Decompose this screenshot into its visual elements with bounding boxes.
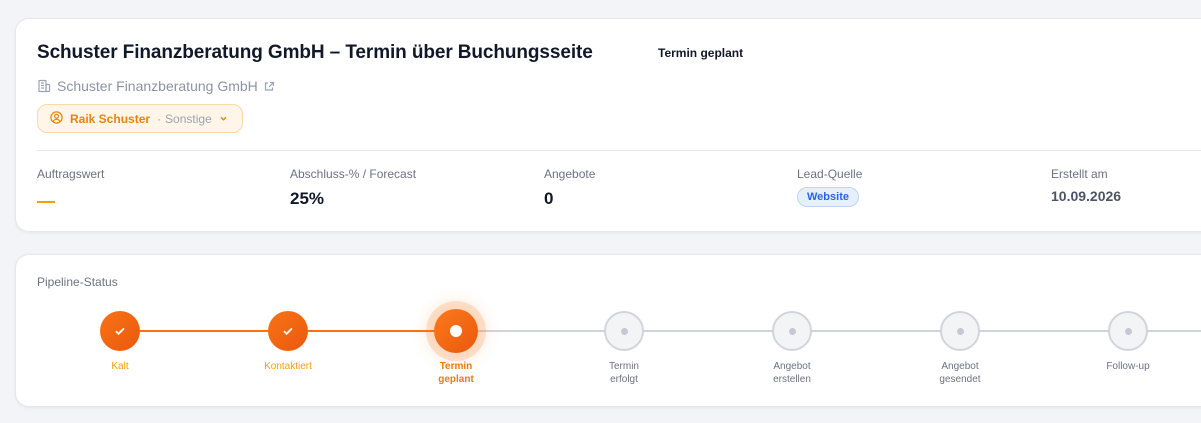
external-link-icon[interactable] bbox=[264, 81, 275, 92]
metric-label: Erstellt am bbox=[1051, 167, 1108, 181]
pending-step-indicator[interactable] bbox=[1108, 311, 1148, 351]
pipeline-step-label: Kontaktiert bbox=[264, 361, 312, 372]
check-icon[interactable] bbox=[100, 311, 140, 351]
pipeline-step-label: Angebot gesendet bbox=[939, 361, 981, 385]
pipeline-tracker: Pipeline-Status Kalt Kontaktiert Termin ge… bbox=[16, 255, 1201, 408]
chevron-down-icon bbox=[219, 112, 228, 126]
metric-offers: Angebote 0 bbox=[544, 167, 595, 209]
pipeline-step-label: Termin erfolgt bbox=[608, 361, 639, 385]
pipeline-step-termin-erfolgt[interactable]: Termin erfolgt bbox=[564, 311, 684, 386]
pipeline-label: Pipeline-Status bbox=[37, 275, 118, 289]
pending-step-indicator[interactable] bbox=[940, 311, 980, 351]
contact-role: Sonstige bbox=[165, 111, 212, 126]
current-step-indicator[interactable] bbox=[434, 309, 478, 353]
building-icon bbox=[37, 79, 51, 93]
pending-step-indicator[interactable] bbox=[604, 311, 644, 351]
contact-separator: · bbox=[157, 111, 162, 126]
company-name[interactable]: Schuster Finanzberatung GmbH bbox=[57, 78, 258, 94]
pipeline-step-follow-up[interactable]: Follow-up bbox=[1068, 311, 1188, 373]
lead-source-badge: Website bbox=[797, 187, 859, 207]
deal-header-card: Schuster Finanzberatung GmbH – Termin üb… bbox=[15, 18, 1201, 232]
status-badge[interactable]: Termin geplant bbox=[658, 46, 743, 60]
metric-order-value: Auftragswert bbox=[37, 167, 104, 203]
pipeline-step-angebot-gesendet[interactable]: Angebot gesendet bbox=[900, 311, 1020, 386]
pipeline-step-kalt[interactable]: Kalt bbox=[60, 311, 180, 373]
divider bbox=[37, 150, 1201, 151]
metric-label: Lead-Quelle bbox=[797, 167, 863, 181]
pipeline-step-label: Follow-up bbox=[1106, 361, 1150, 372]
metric-label: Abschluss-% / Forecast bbox=[290, 167, 417, 181]
pipeline-step-angebot-erstellen[interactable]: Angebot erstellen bbox=[732, 311, 852, 386]
page-title: Schuster Finanzberatung GmbH – Termin üb… bbox=[37, 42, 593, 63]
pipeline-card: Pipeline-Status Kalt Kontaktiert Termin ge… bbox=[15, 254, 1201, 407]
empty-value-dash bbox=[37, 201, 55, 203]
pipeline-step-label: Kalt bbox=[111, 361, 129, 372]
metric-created: Erstellt am 10.09.2026 bbox=[1051, 167, 1121, 204]
pending-step-indicator[interactable] bbox=[772, 311, 812, 351]
check-icon[interactable] bbox=[268, 311, 308, 351]
metric-label: Auftragswert bbox=[37, 167, 105, 181]
metric-forecast: Abschluss-% / Forecast 25% bbox=[290, 167, 416, 209]
pipeline-step-termin-geplant[interactable]: Termin geplant bbox=[396, 309, 516, 386]
pipeline-step-label: Termin geplant bbox=[438, 361, 474, 385]
user-circle-icon bbox=[50, 110, 63, 127]
pipeline-step-label: Angebot erstellen bbox=[773, 361, 811, 385]
contact-name: Raik Schuster bbox=[70, 111, 151, 126]
company-link[interactable]: Schuster Finanzberatung GmbH bbox=[37, 78, 275, 94]
metric-value: 0 bbox=[544, 189, 554, 208]
metric-label: Angebote bbox=[544, 167, 596, 181]
metric-value: 10.09.2026 bbox=[1051, 188, 1122, 204]
metric-lead-source: Lead-Quelle Website bbox=[797, 167, 862, 207]
metric-value: 25% bbox=[290, 189, 325, 208]
contact-selector[interactable]: Raik Schuster · Sonstige bbox=[37, 104, 243, 133]
pipeline-step-kontaktiert[interactable]: Kontaktiert bbox=[228, 311, 348, 373]
